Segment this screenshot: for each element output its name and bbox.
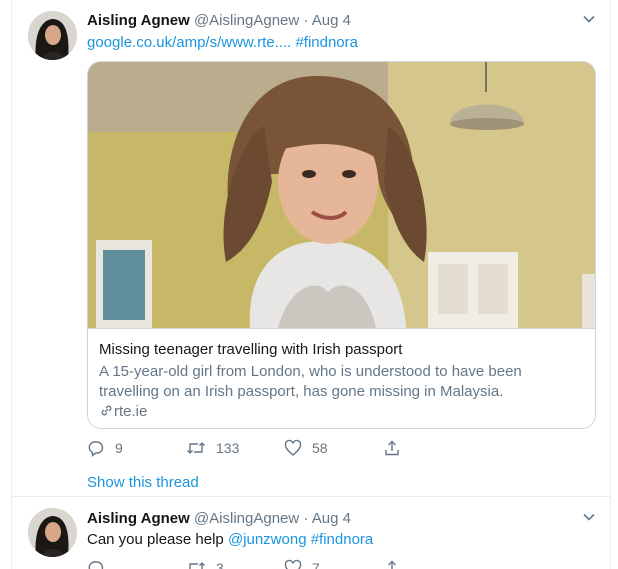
hashtag-link[interactable]: #findnora	[311, 531, 374, 548]
tweet-date[interactable]: Aug 4	[312, 12, 351, 29]
retweet-icon	[187, 442, 205, 454]
link-icon	[99, 403, 114, 422]
user-handle[interactable]: @AislingAgnew	[194, 510, 299, 527]
like-icon	[284, 559, 302, 569]
card-title[interactable]: Missing teenager travelling with Irish p…	[99, 341, 402, 358]
like-icon	[284, 439, 302, 456]
reply-icon	[88, 441, 104, 457]
tweet-url-link[interactable]: google.co.uk/amp/s/www.rte....	[87, 34, 291, 51]
card-description: A 15-year-old girl from London, who is u…	[99, 363, 522, 400]
reply-button[interactable]	[87, 559, 115, 569]
tweet[interactable]: Aisling Agnew @AislingAgnew · Aug 4 Can …	[12, 497, 610, 569]
tweet-text: Can you please help	[87, 531, 224, 548]
retweet-count: 3	[216, 560, 224, 569]
card-domain-text: rte.ie	[114, 403, 148, 420]
share-button[interactable]	[383, 559, 411, 569]
show-thread-link[interactable]: Show this thread	[87, 474, 199, 491]
share-button[interactable]	[383, 439, 411, 457]
retweet-button[interactable]: 3	[186, 559, 224, 569]
avatar[interactable]	[28, 11, 77, 60]
retweet-icon	[189, 562, 205, 569]
reply-icon	[88, 561, 104, 569]
separator: ·	[303, 12, 309, 29]
card-body: Missing teenager travelling with Irish p…	[88, 328, 595, 428]
retweet-count: 133	[216, 440, 240, 456]
hashtag-link[interactable]: #findnora	[295, 34, 358, 51]
like-button[interactable]: 58	[284, 439, 328, 457]
mention-link[interactable]: @junzwong	[228, 531, 307, 548]
card-image	[88, 62, 595, 328]
display-name[interactable]: Aisling Agnew	[87, 510, 190, 527]
like-count: 58	[312, 440, 328, 456]
like-button[interactable]: 7	[284, 559, 320, 569]
retweet-button[interactable]: 133	[186, 439, 239, 457]
link-card[interactable]: Missing teenager travelling with Irish p…	[87, 61, 596, 429]
timeline: Aisling Agnew @AislingAgnew · Aug 4 goog…	[11, 0, 611, 569]
chevron-down-icon[interactable]	[582, 12, 596, 31]
share-icon	[385, 440, 399, 456]
separator: ·	[303, 510, 309, 527]
avatar[interactable]	[28, 508, 77, 557]
like-count: 7	[312, 560, 320, 569]
chevron-down-icon[interactable]	[582, 510, 596, 529]
reply-button[interactable]: 9	[87, 439, 123, 457]
tweet[interactable]: Aisling Agnew @AislingAgnew · Aug 4 goog…	[12, 0, 610, 497]
reply-count: 9	[115, 440, 123, 456]
display-name[interactable]: Aisling Agnew	[87, 12, 190, 29]
user-handle[interactable]: @AislingAgnew	[194, 12, 299, 29]
tweet-date[interactable]: Aug 4	[312, 510, 351, 527]
card-domain: rte.ie	[99, 403, 147, 422]
share-icon	[388, 560, 396, 569]
